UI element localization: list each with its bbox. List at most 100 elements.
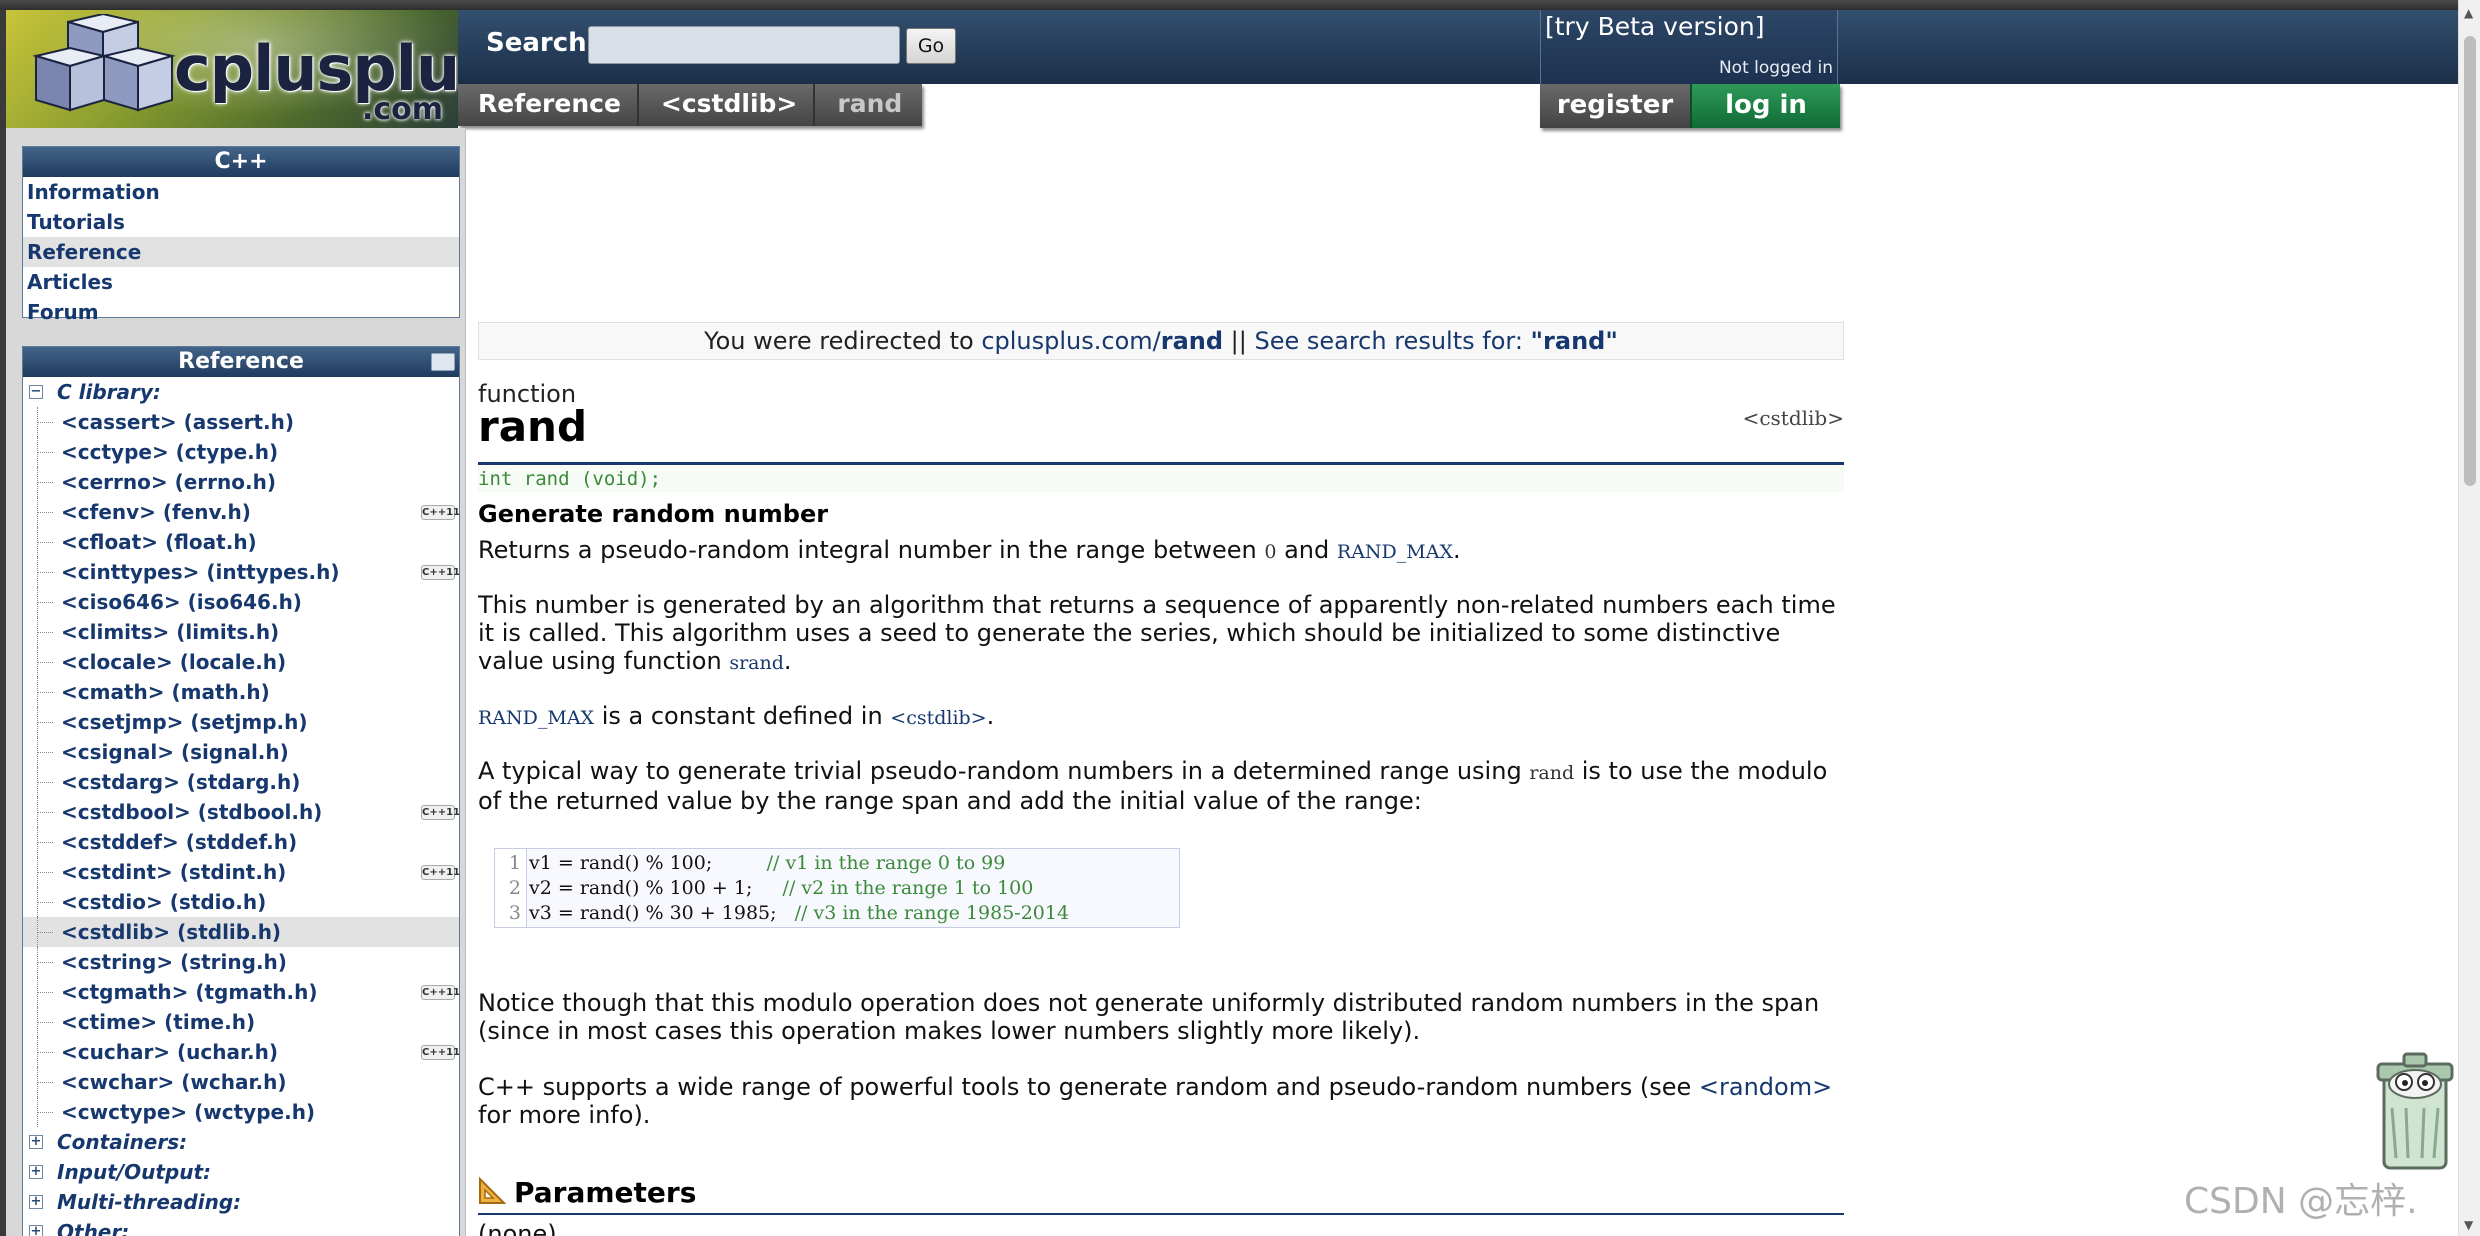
sidebar-header-item[interactable]: <cfloat> (float.h): [23, 527, 459, 557]
breadcrumb-cstdlib[interactable]: <cstdlib>: [638, 84, 814, 126]
sidebar-header-label: <cerrno> (errno.h): [61, 470, 276, 494]
sidebar-header-item[interactable]: <cwchar> (wchar.h): [23, 1067, 459, 1097]
sidebar-header-item[interactable]: <cstdio> (stdio.h): [23, 887, 459, 917]
trash-can-mascot-icon: [2376, 1052, 2454, 1170]
sidebar-item-tutorials[interactable]: Tutorials: [23, 207, 459, 237]
tree-group[interactable]: + Input/Output:: [23, 1157, 459, 1187]
sidebar-header-item[interactable]: <climits> (limits.h): [23, 617, 459, 647]
description-paragraph-1: Returns a pseudo-random integral number …: [478, 536, 1844, 566]
sidebar-header-item[interactable]: <clocale> (locale.h): [23, 647, 459, 677]
login-button[interactable]: log in: [1690, 84, 1840, 128]
sidebar-header-item[interactable]: <cwctype> (wctype.h): [23, 1097, 459, 1127]
go-button[interactable]: Go: [906, 28, 956, 64]
sidebar-header-label: <cstddef> (stddef.h): [61, 830, 298, 854]
sidebar-header-label: <csetjmp> (setjmp.h): [61, 710, 308, 734]
cpp11-badge-icon: C++11: [421, 805, 461, 820]
scroll-down-arrow-icon[interactable]: ▼: [2464, 1218, 2473, 1232]
redirect-link[interactable]: cplusplus.com/rand: [981, 327, 1223, 355]
code-block: v1 = rand() % 100; // v1 in the range 0 …: [526, 849, 1179, 927]
tree-group[interactable]: + Containers:: [23, 1127, 459, 1157]
sidebar-header-label: <cinttypes> (inttypes.h): [61, 560, 340, 584]
tree-group[interactable]: + Other:: [23, 1217, 459, 1236]
sidebar-header-item[interactable]: <cfenv> (fenv.h) C++11: [23, 497, 461, 527]
other-groups-list: + Containers: + Input/Output: + Multi-threadi…: [23, 1127, 459, 1236]
sidebar-header-item[interactable]: <cassert> (assert.h): [23, 407, 459, 437]
sidebar-item-forum[interactable]: Forum: [23, 297, 459, 327]
text: .: [783, 647, 792, 675]
cpp11-badge-icon: C++11: [421, 505, 461, 520]
sidebar-header-item[interactable]: <cmath> (math.h): [23, 677, 459, 707]
try-beta-link[interactable]: [try Beta version]: [1545, 12, 1765, 41]
page-scrollbar[interactable]: ▲ ▼: [2458, 0, 2480, 1236]
redirect-prefix: You were redirected to: [704, 327, 982, 355]
code-comment: // v2 in the range 1 to 100: [782, 877, 1034, 899]
description-paragraph-3: RAND_MAX is a constant defined in <cstdl…: [478, 702, 1844, 732]
text: .: [1452, 536, 1461, 564]
collapse-icon[interactable]: −: [29, 385, 43, 399]
code-rand: rand: [1529, 762, 1575, 784]
sidebar-header-item[interactable]: <cuchar> (uchar.h) C++11: [23, 1037, 460, 1067]
description-paragraph-5: Notice though that this modulo operation…: [478, 989, 1820, 1045]
beta-box: [try Beta version] Not logged in: [1540, 10, 1838, 84]
description-paragraph-4: A typical way to generate trivial pseudo…: [478, 757, 1844, 815]
header-file-link[interactable]: <cstdlib>: [1743, 406, 1844, 430]
site-logo[interactable]: cplusplus .com: [6, 10, 458, 128]
search-results-link[interactable]: See search results for: "rand": [1254, 327, 1617, 355]
tree-group-c-library[interactable]: − C library:: [23, 377, 459, 407]
sidebar-header-item[interactable]: <csignal> (signal.h): [23, 737, 459, 767]
title-divider: [478, 462, 1844, 465]
expand-icon[interactable]: +: [29, 1165, 43, 1179]
line-numbers: 1 2 3: [495, 851, 525, 926]
rand-max-link[interactable]: RAND_MAX: [1337, 541, 1453, 563]
sidebar-header-item[interactable]: <cerrno> (errno.h): [23, 467, 459, 497]
random-header-link[interactable]: <random>: [1699, 1073, 1832, 1101]
sidebar-header-item[interactable]: <cstdlib> (stdlib.h): [23, 917, 459, 947]
reference-panel: Reference − C library: <cassert> (assert…: [22, 346, 460, 1236]
expand-icon[interactable]: +: [29, 1195, 43, 1209]
sidebar-item-reference[interactable]: Reference: [23, 237, 459, 267]
parameters-title: Parameters: [514, 1176, 697, 1209]
parameters-value: (none): [478, 1220, 557, 1236]
sidebar-header-item[interactable]: <cstdarg> (stdarg.h): [23, 767, 459, 797]
text: for more info).: [478, 1101, 651, 1129]
sidebar-item-articles[interactable]: Articles: [23, 267, 459, 297]
sidebar-header-label: <ciso646> (iso646.h): [61, 590, 302, 614]
reference-panel-title: Reference: [178, 349, 304, 374]
tree-group[interactable]: + Multi-threading:: [23, 1187, 459, 1217]
expand-icon[interactable]: +: [29, 1135, 43, 1149]
sidebar-header-label: <clocale> (locale.h): [61, 650, 287, 674]
sidebar-header-label: <csignal> (signal.h): [61, 740, 289, 764]
rand-max-link[interactable]: RAND_MAX: [478, 707, 594, 729]
sidebar-header-label: <ctgmath> (tgmath.h): [61, 980, 318, 1004]
sidebar-header-item[interactable]: <cinttypes> (inttypes.h) C++11: [23, 557, 460, 587]
sidebar-header-item[interactable]: <cstdbool> (stdbool.h) C++11: [23, 797, 461, 827]
c-headers-list: <cassert> (assert.h) <cctype> (ctype.h) <c…: [23, 407, 461, 1127]
search-input[interactable]: [588, 26, 900, 64]
sidebar-header-label: <cmath> (math.h): [61, 680, 270, 704]
search-results-term: "rand": [1530, 327, 1618, 355]
sidebar-header-item[interactable]: <cctype> (ctype.h): [23, 437, 459, 467]
sidebar-header-item[interactable]: <ctgmath> (tgmath.h) C++11: [23, 977, 460, 1007]
sidebar-header-item[interactable]: <cstddef> (stddef.h): [23, 827, 459, 857]
sidebar-header-label: <cstring> (string.h): [61, 950, 287, 974]
srand-link[interactable]: srand: [729, 652, 784, 674]
register-button[interactable]: register: [1540, 84, 1690, 128]
sidebar-header-item[interactable]: <ciso646> (iso646.h): [23, 587, 459, 617]
sidebar-header-item[interactable]: <cstdint> (stdint.h) C++11: [23, 857, 460, 887]
tree-group-label: Multi-threading:: [57, 1190, 242, 1214]
scroll-thumb[interactable]: [2464, 36, 2476, 486]
switch-view-icon[interactable]: [431, 353, 455, 371]
scroll-up-arrow-icon[interactable]: ▲: [2464, 6, 2473, 20]
breadcrumb-reference[interactable]: Reference: [458, 84, 637, 126]
auth-buttons: register log in: [1540, 84, 1840, 128]
sidebar-header-label: <cstdlib> (stdlib.h): [61, 920, 282, 944]
redirect-notice: You were redirected to cplusplus.com/ran…: [478, 322, 1844, 360]
sidebar-header-item[interactable]: <csetjmp> (setjmp.h): [23, 707, 459, 737]
expand-icon[interactable]: +: [29, 1225, 43, 1236]
sidebar-header-item[interactable]: <cstring> (string.h): [23, 947, 459, 977]
text: This number is generated by an algorithm…: [478, 591, 1836, 675]
cstdlib-link[interactable]: <cstdlib>: [890, 707, 986, 729]
sidebar-header-item[interactable]: <ctime> (time.h): [23, 1007, 459, 1037]
sidebar-item-information[interactable]: Information: [23, 177, 459, 207]
sidebar-header-label: <climits> (limits.h): [61, 620, 280, 644]
